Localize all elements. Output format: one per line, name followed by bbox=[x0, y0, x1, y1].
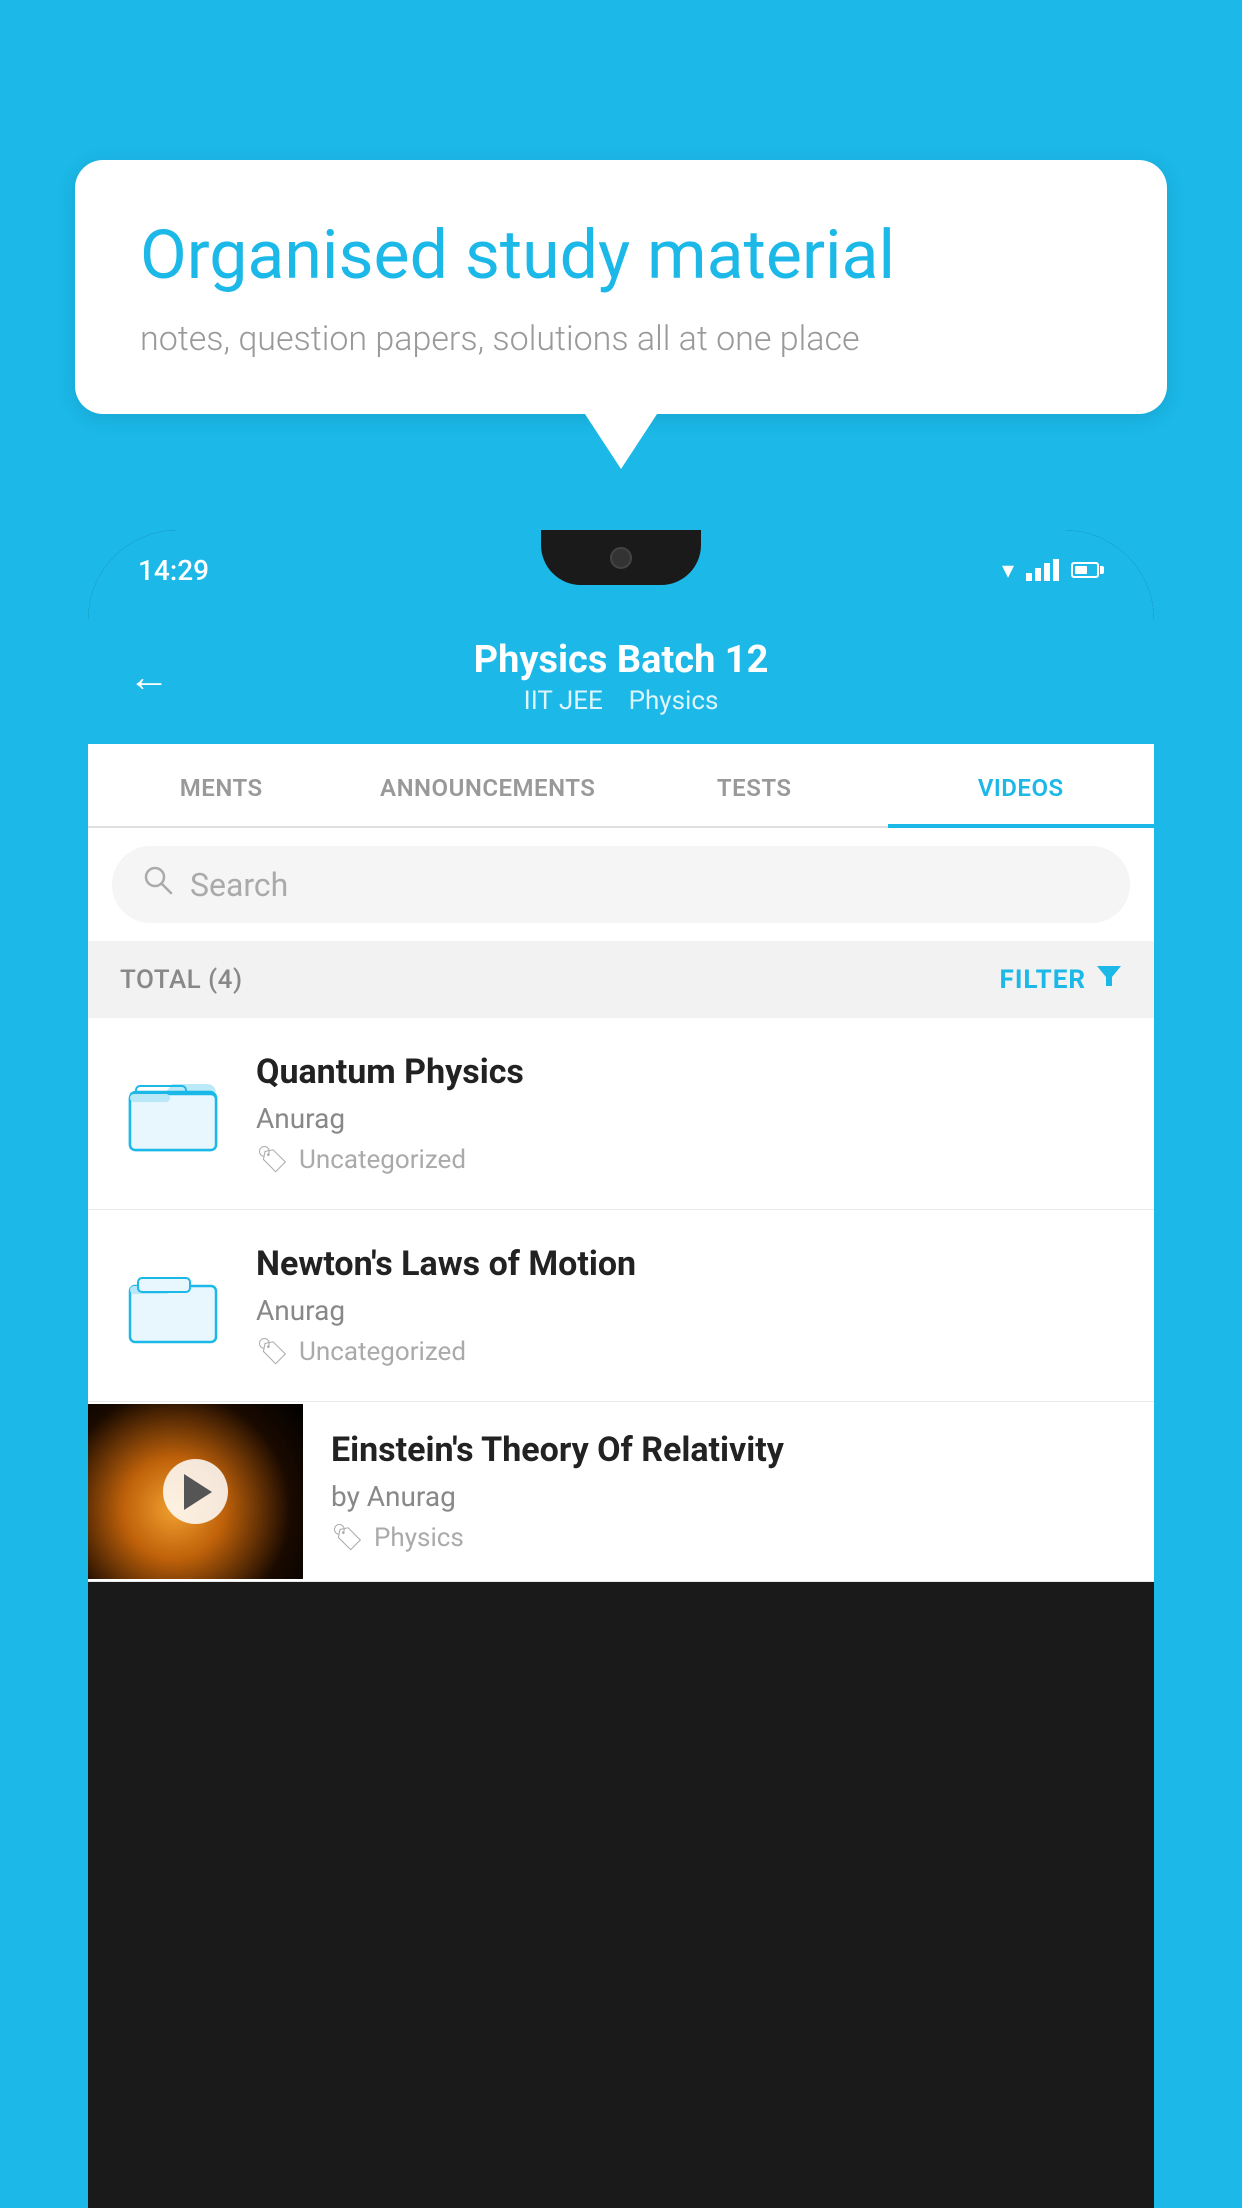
list-item[interactable]: Einstein's Theory Of Relativity by Anura… bbox=[88, 1402, 1154, 1582]
tag-icon-1: 🏷 bbox=[256, 1145, 289, 1175]
play-button[interactable] bbox=[163, 1459, 228, 1524]
tag-icon-3: 🏷 bbox=[331, 1523, 364, 1553]
tab-announcements[interactable]: ANNOUNCEMENTS bbox=[355, 744, 622, 826]
list-item[interactable]: Newton's Laws of Motion Anurag 🏷 Uncateg… bbox=[88, 1210, 1154, 1402]
filter-button[interactable]: FILTER bbox=[1000, 963, 1122, 996]
status-time: 14:29 bbox=[138, 554, 209, 587]
batch-subtitle: IIT JEE Physics bbox=[200, 686, 1042, 716]
video-tag-2: 🏷 Uncategorized bbox=[256, 1337, 1124, 1367]
filter-row: TOTAL (4) FILTER bbox=[88, 941, 1154, 1018]
video-info-3: Einstein's Theory Of Relativity by Anura… bbox=[331, 1402, 1124, 1581]
phone-frame: 14:29 ▾ ← Physics Batch 12 bbox=[88, 530, 1154, 2208]
search-bar-container: Search bbox=[88, 828, 1154, 941]
status-icons: ▾ bbox=[1002, 556, 1104, 584]
tab-ments[interactable]: MENTS bbox=[88, 744, 355, 826]
tabs-bar: MENTS ANNOUNCEMENTS TESTS VIDEOS bbox=[88, 744, 1154, 828]
video-tag-3: 🏷 Physics bbox=[331, 1523, 1124, 1553]
video-title-1: Quantum Physics bbox=[256, 1052, 1124, 1092]
video-author-3: by Anurag bbox=[331, 1480, 1124, 1513]
signal-icon bbox=[1026, 559, 1059, 581]
search-bar[interactable]: Search bbox=[112, 846, 1130, 923]
video-list: Quantum Physics Anurag 🏷 Uncategorized bbox=[88, 1018, 1154, 1582]
speech-bubble: Organised study material notes, question… bbox=[75, 160, 1167, 414]
app-header: ← Physics Batch 12 IIT JEE Physics bbox=[88, 610, 1154, 744]
video-info-1: Quantum Physics Anurag 🏷 Uncategorized bbox=[256, 1052, 1124, 1175]
folder-thumbnail-1 bbox=[118, 1059, 228, 1169]
camera-dot bbox=[610, 547, 632, 569]
total-count: TOTAL (4) bbox=[120, 965, 243, 995]
video-info-2: Newton's Laws of Motion Anurag 🏷 Uncateg… bbox=[256, 1244, 1124, 1367]
header-title-group: Physics Batch 12 IIT JEE Physics bbox=[200, 638, 1042, 716]
tag-icon-2: 🏷 bbox=[256, 1337, 289, 1367]
tab-videos[interactable]: VIDEOS bbox=[888, 744, 1155, 826]
batch-subtitle-part2: Physics bbox=[629, 686, 719, 716]
filter-label: FILTER bbox=[1000, 965, 1086, 995]
bubble-subtitle: notes, question papers, solutions all at… bbox=[140, 319, 1102, 359]
search-placeholder: Search bbox=[190, 866, 288, 904]
video-author-1: Anurag bbox=[256, 1102, 1124, 1135]
bubble-title: Organised study material bbox=[140, 215, 1102, 297]
play-icon bbox=[184, 1474, 212, 1510]
wifi-icon: ▾ bbox=[1002, 556, 1014, 584]
video-title-3: Einstein's Theory Of Relativity bbox=[331, 1430, 1124, 1470]
folder-thumbnail-2 bbox=[118, 1251, 228, 1361]
video-thumbnail-3 bbox=[88, 1404, 303, 1579]
notch bbox=[541, 530, 701, 585]
back-button[interactable]: ← bbox=[128, 653, 170, 702]
batch-subtitle-part1: IIT JEE bbox=[524, 686, 603, 716]
video-tag-1: 🏷 Uncategorized bbox=[256, 1145, 1124, 1175]
filter-icon bbox=[1096, 963, 1122, 996]
video-title-2: Newton's Laws of Motion bbox=[256, 1244, 1124, 1284]
tab-tests[interactable]: TESTS bbox=[621, 744, 888, 826]
battery-icon bbox=[1071, 562, 1104, 578]
search-icon bbox=[142, 864, 174, 905]
batch-title: Physics Batch 12 bbox=[200, 638, 1042, 682]
status-bar: 14:29 ▾ bbox=[88, 530, 1154, 610]
video-author-2: Anurag bbox=[256, 1294, 1124, 1327]
list-item[interactable]: Quantum Physics Anurag 🏷 Uncategorized bbox=[88, 1018, 1154, 1210]
